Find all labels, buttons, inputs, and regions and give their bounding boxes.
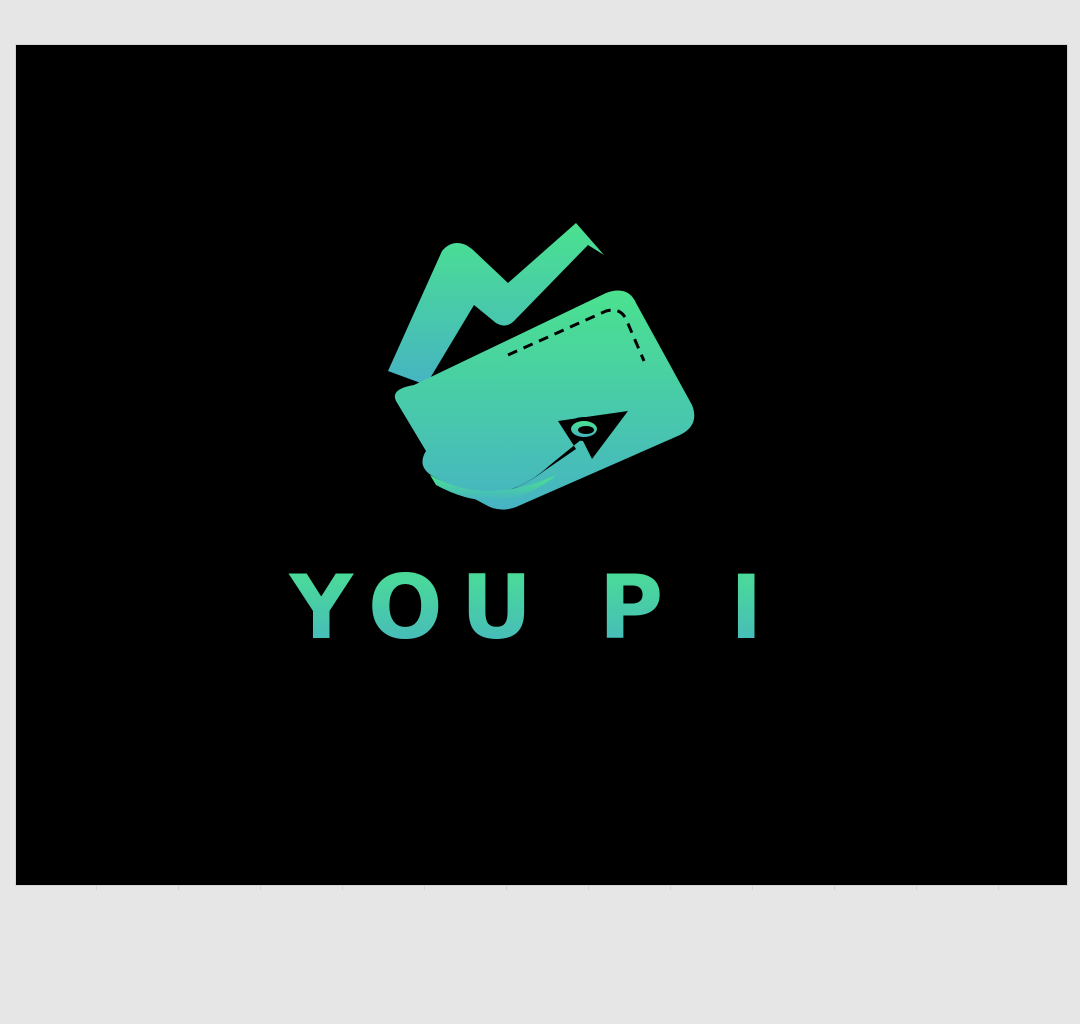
wordmark-text: YOU P I <box>288 556 780 659</box>
brand-wordmark: YOU P I <box>288 556 780 659</box>
wallet-logo-icon <box>388 223 695 510</box>
logo-artboard: YOU P I <box>15 44 1068 886</box>
artboard-ruler-ticks <box>15 886 1068 890</box>
page: YOU P I <box>0 0 1080 1024</box>
